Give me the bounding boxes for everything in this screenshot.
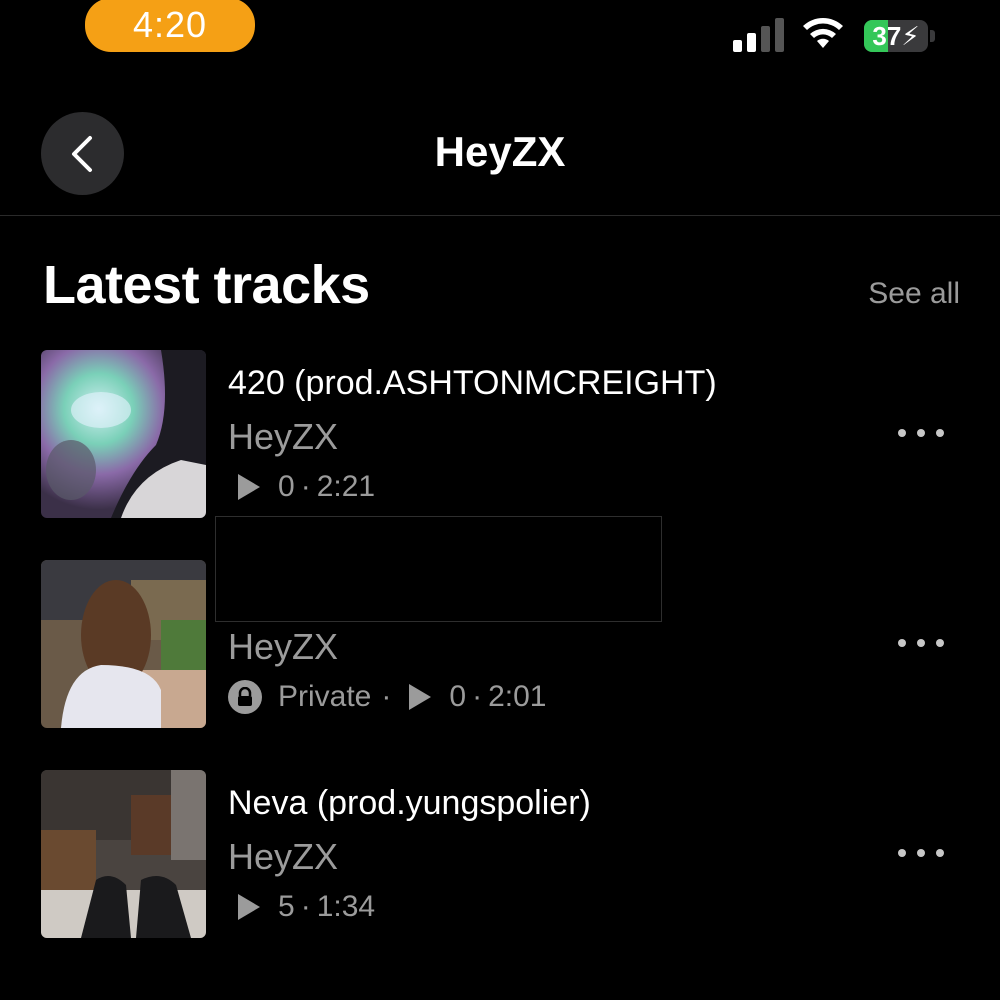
- battery-tip: [930, 30, 935, 42]
- play-count-icon: [238, 474, 260, 500]
- track-duration: 1:34: [316, 890, 376, 923]
- track-artist[interactable]: HeyZX: [228, 416, 338, 458]
- play-count-icon: [238, 894, 260, 920]
- more-options-button[interactable]: [898, 838, 944, 868]
- track-meta: 5 · 1:34: [228, 890, 375, 924]
- track-title[interactable]: Neva (prod.yungspolier): [228, 784, 591, 823]
- track-duration: 2:21: [316, 470, 376, 503]
- play-count: 5: [278, 890, 295, 923]
- page-title: HeyZX: [434, 128, 566, 175]
- back-button[interactable]: [41, 112, 124, 195]
- track-meta: 0 · 2:21: [228, 470, 375, 504]
- signal-icon: [733, 18, 784, 52]
- redacted-title-box: [215, 516, 662, 622]
- chevron-left-icon: [71, 135, 92, 172]
- section-title: Latest tracks: [43, 255, 370, 315]
- track-duration: 2:01: [488, 680, 547, 713]
- track-meta: Private · 0 · 2:01: [228, 680, 546, 714]
- battery-level: 37 ⚡: [872, 20, 920, 51]
- play-count-icon: [409, 684, 432, 710]
- track-artist[interactable]: HeyZX: [228, 836, 338, 878]
- track-item[interactable]: Neva (prod.yungspolier) HeyZX 5 · 1:34: [0, 770, 1000, 940]
- track-artwork[interactable]: [41, 560, 206, 728]
- track-artist[interactable]: HeyZX: [228, 626, 338, 668]
- track-artwork[interactable]: [41, 770, 206, 938]
- status-time: 4:20: [85, 0, 255, 52]
- track-title[interactable]: 420 (prod.ASHTONMCREIGHT): [228, 364, 717, 403]
- track-item[interactable]: 420 (prod.ASHTONMCREIGHT) HeyZX 0 · 2:21: [0, 350, 1000, 520]
- wifi-icon: [803, 18, 843, 48]
- private-label: Private: [278, 680, 372, 713]
- track-artwork[interactable]: [41, 350, 206, 518]
- more-options-button[interactable]: [898, 418, 944, 448]
- play-count: 0: [449, 680, 467, 713]
- header-divider: [0, 215, 1000, 216]
- play-count: 0: [278, 470, 295, 503]
- lock-icon: [228, 680, 262, 714]
- more-options-button[interactable]: [898, 628, 944, 658]
- see-all-link[interactable]: See all: [868, 277, 960, 311]
- battery-charging-icon: 37 ⚡: [864, 20, 928, 52]
